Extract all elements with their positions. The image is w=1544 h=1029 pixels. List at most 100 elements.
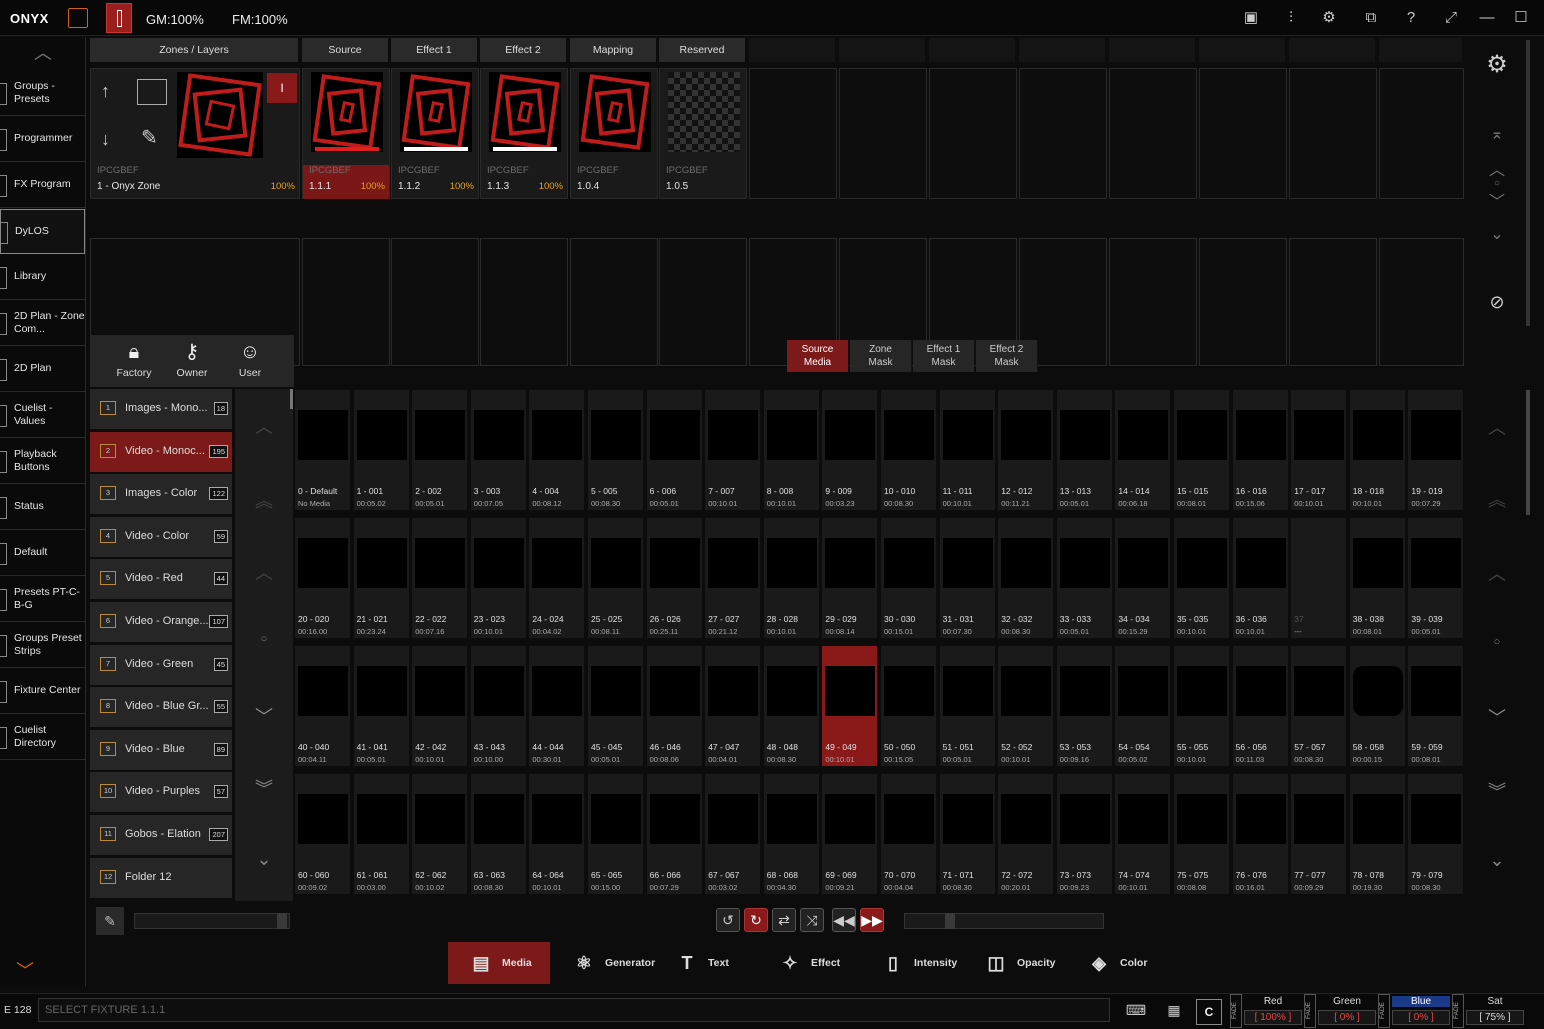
- zones-scrollbar[interactable]: [1526, 40, 1530, 326]
- media-item[interactable]: 5 - 005 00:08.30: [588, 390, 643, 510]
- fade-blue[interactable]: FADE Blue [ 0% ]: [1378, 994, 1452, 1028]
- user-filter-button[interactable]: ☺ User: [222, 335, 278, 387]
- empty-layer-cell[interactable]: [929, 68, 1017, 199]
- media-item[interactable]: 42 - 042 00:10.01: [412, 646, 468, 766]
- bounce-icon[interactable]: ⇄: [772, 908, 796, 932]
- media-item[interactable]: 31 - 031 00:07.30: [939, 518, 995, 638]
- tab-opacity[interactable]: ◫ Opacity: [963, 942, 1065, 984]
- scroll-up-icon[interactable]: ︿: [1468, 156, 1526, 180]
- media-item[interactable]: 10 - 010 00:08.30: [881, 390, 936, 510]
- folder-item[interactable]: 1 Images - Mono... 18: [90, 389, 232, 429]
- media-item[interactable]: 18 - 018 00:10.01: [1349, 390, 1405, 510]
- media-item[interactable]: 32 - 032 00:08.30: [998, 518, 1054, 638]
- fade-sat[interactable]: FADE Sat [ 75% ]: [1452, 994, 1526, 1028]
- random-icon[interactable]: ⤨: [800, 908, 824, 932]
- media-item[interactable]: 79 - 079 00:08.30: [1408, 774, 1464, 894]
- media-target-tab[interactable]: Source Media: [787, 340, 849, 372]
- media-item[interactable]: 44 - 044 00:30.01: [529, 646, 585, 766]
- owner-filter-button[interactable]: ⚷ Owner: [164, 335, 220, 387]
- empty-layer-cell[interactable]: [1379, 238, 1464, 366]
- minimize-icon[interactable]: —: [1476, 8, 1498, 28]
- media-item[interactable]: 73 - 073 00:09.23: [1056, 774, 1112, 894]
- folder-item[interactable]: 2 Video - Monoc... 195: [90, 431, 232, 472]
- media-item[interactable]: 40 - 040 00:04.11: [295, 646, 350, 766]
- media-item[interactable]: 61 - 061 00:03.00: [353, 774, 409, 894]
- down-arrow-icon[interactable]: ↓: [101, 129, 110, 150]
- factory-filter-button[interactable]: 🔒︎ Factory: [106, 335, 162, 387]
- media-item[interactable]: 72 - 072 00:20.01: [998, 774, 1054, 894]
- media-item[interactable]: 12 - 012 00:11.21: [998, 390, 1054, 510]
- fade-green[interactable]: FADE Green [ 0% ]: [1304, 994, 1378, 1028]
- scroll-page-up-icon[interactable]: ︽: [1468, 486, 1526, 512]
- media-item[interactable]: 25 - 025 00:08.11: [588, 518, 643, 638]
- scroll-page-up-icon[interactable]: ︽: [235, 487, 293, 513]
- help-icon[interactable]: ?: [1400, 8, 1422, 28]
- sidebar-item-cuelist-values[interactable]: Cuelist - Values: [0, 393, 85, 438]
- media-item[interactable]: 74 - 074 00:10.01: [1115, 774, 1171, 894]
- empty-layer-cell[interactable]: [1289, 68, 1377, 199]
- layer-cell-reserved[interactable]: IPCGBEF 1.0.5: [659, 68, 747, 199]
- scroll-top-icon[interactable]: ︿: [1468, 414, 1526, 440]
- mixer-icon[interactable]: ⫶: [1280, 8, 1302, 28]
- scroll-up-icon[interactable]: ︿: [1468, 560, 1526, 586]
- media-item[interactable]: 21 - 021 00:23.24: [353, 518, 409, 638]
- media-item[interactable]: 28 - 028 00:10.01: [763, 518, 819, 638]
- empty-layer-cell[interactable]: [480, 238, 568, 366]
- media-item[interactable]: 16 - 016 00:15.06: [1232, 390, 1288, 510]
- media-item[interactable]: 47 - 047 00:04.01: [705, 646, 761, 766]
- loop-icon[interactable]: ↻: [744, 908, 768, 932]
- media-item[interactable]: 77 - 077 00:09.29: [1291, 774, 1347, 894]
- empty-layer-cell[interactable]: [1199, 238, 1287, 366]
- keyboard-icon[interactable]: ⌨: [1124, 1002, 1148, 1022]
- scroll-top-icon[interactable]: ⌅: [1468, 124, 1526, 144]
- tab-effect[interactable]: ✧ Effect: [757, 942, 859, 984]
- media-item[interactable]: 4 - 004 00:08.12: [529, 390, 585, 510]
- layer-cell-effect-1[interactable]: IPCGBEF 1.1.2 100%: [391, 68, 479, 199]
- folder-item[interactable]: 11 Gobos - Elation 207: [90, 815, 232, 855]
- tab-media[interactable]: ▤ Media: [448, 942, 550, 984]
- empty-layer-cell[interactable]: [1019, 68, 1107, 199]
- media-item[interactable]: 48 - 048 00:08.30: [763, 646, 819, 766]
- empty-layer-cell[interactable]: [1289, 238, 1377, 366]
- up-arrow-icon[interactable]: ↑: [101, 81, 110, 102]
- media-item[interactable]: 15 - 015 00:08.01: [1174, 390, 1229, 510]
- media-item[interactable]: 38 - 038 00:08.01: [1349, 518, 1405, 638]
- empty-layer-cell[interactable]: [1109, 68, 1197, 199]
- scroll-up-icon[interactable]: ︿: [235, 559, 293, 585]
- media-item[interactable]: 17 - 017 00:10.01: [1291, 390, 1347, 510]
- media-item[interactable]: 34 - 034 00:15.29: [1115, 518, 1171, 638]
- command-line-input[interactable]: SELECT FIXTURE 1.1.1: [38, 998, 1110, 1022]
- media-item[interactable]: 20 - 020 00:16.00: [295, 518, 350, 638]
- media-item[interactable]: 1 - 001 00:05.02: [353, 390, 409, 510]
- media-item[interactable]: 51 - 051 00:05.01: [939, 646, 995, 766]
- sidebar-item-cuelist-directory[interactable]: Cuelist Directory: [0, 715, 85, 760]
- empty-layer-cell[interactable]: [749, 68, 837, 199]
- empty-layer-cell[interactable]: [1199, 68, 1287, 199]
- media-item[interactable]: 2 - 002 00:05.01: [412, 390, 468, 510]
- media-item[interactable]: 23 - 023 00:10.01: [470, 518, 526, 638]
- media-item[interactable]: 36 - 036 00:10.01: [1232, 518, 1288, 638]
- monitor-icon[interactable]: ⧉: [1360, 8, 1382, 28]
- empty-layer-cell[interactable]: [391, 238, 479, 366]
- media-item[interactable]: 60 - 060 00:09.02: [295, 774, 350, 894]
- settings-gear-icon[interactable]: ⚙: [1468, 50, 1526, 79]
- scroll-down-icon[interactable]: ﹀: [1468, 188, 1526, 212]
- layer-cell-mapping[interactable]: IPCGBEF 1.0.4: [570, 68, 658, 199]
- speed-slider[interactable]: [904, 913, 1104, 929]
- media-item[interactable]: 43 - 043 00:10.00: [470, 646, 526, 766]
- media-item[interactable]: 26 - 026 00:25.11: [646, 518, 702, 638]
- media-item[interactable]: 39 - 039 00:05.01: [1408, 518, 1464, 638]
- scroll-bottom-icon[interactable]: ⌄: [1468, 850, 1526, 871]
- media-item[interactable]: 6 - 006 00:05.01: [646, 390, 702, 510]
- media-item[interactable]: 58 - 058 00:00.15: [1349, 646, 1405, 766]
- fade-red[interactable]: FADE Red [ 100% ]: [1230, 994, 1304, 1028]
- media-item[interactable]: 67 - 067 00:03.02: [705, 774, 761, 894]
- grid-icon[interactable]: ▦: [1162, 1002, 1186, 1022]
- folder-item[interactable]: 4 Video - Color 59: [90, 516, 232, 557]
- media-item[interactable]: 65 - 065 00:15.00: [588, 774, 643, 894]
- media-item[interactable]: 62 - 062 00:10.02: [412, 774, 468, 894]
- folder-item[interactable]: 3 Images - Color 122: [90, 474, 232, 515]
- empty-layer-cell[interactable]: [659, 238, 747, 366]
- media-target-tab[interactable]: Effect 1 Mask: [913, 340, 975, 372]
- brush-icon[interactable]: ✎: [141, 125, 158, 150]
